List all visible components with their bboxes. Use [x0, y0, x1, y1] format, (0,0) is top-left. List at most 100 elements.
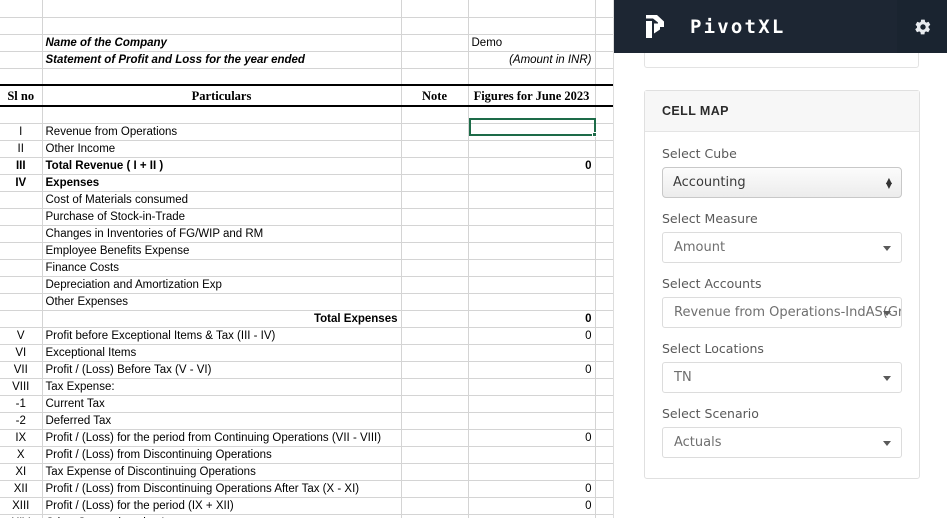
cell[interactable]: [0, 51, 43, 69]
row-figures[interactable]: [468, 191, 596, 209]
row-note[interactable]: [401, 480, 469, 498]
select-cube-dropdown[interactable]: Accounting ▲ ▼: [662, 167, 902, 198]
row-particulars[interactable]: Deferred Tax: [42, 412, 402, 430]
row-extra[interactable]: [595, 293, 613, 311]
cell[interactable]: [401, 68, 469, 86]
row-figures[interactable]: 0: [468, 157, 596, 175]
row-extra[interactable]: [595, 225, 613, 243]
row-particulars[interactable]: Changes in Inventories of FG/WIP and RM: [42, 225, 402, 243]
row-sl-no[interactable]: [0, 225, 43, 243]
row-extra[interactable]: [595, 140, 613, 158]
select-measure-dropdown[interactable]: Amount: [662, 232, 902, 263]
row-note[interactable]: [401, 497, 469, 515]
row-particulars[interactable]: Profit / (Loss) Before Tax (V - VI): [42, 361, 402, 379]
row-particulars[interactable]: Exceptional Items: [42, 344, 402, 362]
col-header-sl[interactable]: Sl no: [0, 84, 43, 107]
row-sl-no[interactable]: IV: [0, 174, 43, 192]
row-note[interactable]: [401, 310, 469, 328]
row-extra[interactable]: [595, 361, 613, 379]
select-locations-dropdown[interactable]: TN: [662, 362, 902, 393]
row-sl-no[interactable]: [0, 293, 43, 311]
row-particulars[interactable]: Other Income: [42, 140, 402, 158]
col-header-particulars[interactable]: Particulars: [42, 84, 402, 107]
row-particulars[interactable]: Current Tax: [42, 395, 402, 413]
row-sl-no[interactable]: -1: [0, 395, 43, 413]
row-extra[interactable]: [595, 497, 613, 515]
row-note[interactable]: [401, 293, 469, 311]
row-particulars[interactable]: Total Revenue ( I + II ): [42, 157, 402, 175]
meta-label[interactable]: Name of the Company: [42, 34, 402, 52]
row-sl-no[interactable]: X: [0, 446, 43, 464]
row-particulars[interactable]: Total Expenses: [42, 310, 402, 328]
row-extra[interactable]: [595, 344, 613, 362]
row-particulars[interactable]: Profit / (Loss) from Discontinuing Opera…: [42, 480, 402, 498]
cell[interactable]: [42, 17, 402, 35]
row-sl-no[interactable]: I: [0, 123, 43, 141]
cell[interactable]: [595, 34, 613, 52]
row-sl-no[interactable]: XIV: [0, 514, 43, 518]
row-particulars[interactable]: Cost of Materials consumed: [42, 191, 402, 209]
row-note[interactable]: [401, 140, 469, 158]
row-figures[interactable]: [468, 344, 596, 362]
cell[interactable]: [468, 17, 596, 35]
row-extra[interactable]: [595, 174, 613, 192]
row-figures[interactable]: 0: [468, 310, 596, 328]
cell[interactable]: [0, 0, 43, 18]
row-extra[interactable]: [595, 327, 613, 345]
row-sl-no[interactable]: V: [0, 327, 43, 345]
cell[interactable]: [0, 68, 43, 86]
row-figures[interactable]: [468, 395, 596, 413]
row-extra[interactable]: [595, 259, 613, 277]
row-figures[interactable]: [468, 378, 596, 396]
row-particulars[interactable]: Expenses: [42, 174, 402, 192]
row-sl-no[interactable]: II: [0, 140, 43, 158]
row-figures[interactable]: 0: [468, 327, 596, 345]
row-extra[interactable]: [595, 208, 613, 226]
row-note[interactable]: [401, 463, 469, 481]
row-note[interactable]: [401, 225, 469, 243]
row-note[interactable]: [401, 242, 469, 260]
row-note[interactable]: [401, 514, 469, 518]
row-figures[interactable]: [468, 208, 596, 226]
cell[interactable]: [595, 106, 613, 124]
row-note[interactable]: [401, 174, 469, 192]
row-figures[interactable]: 0: [468, 497, 596, 515]
row-sl-no[interactable]: [0, 310, 43, 328]
panel-scroll-area[interactable]: CELL MAP Select Cube Accounting ▲ ▼ Select M…: [614, 0, 947, 518]
row-figures[interactable]: [468, 412, 596, 430]
cell[interactable]: [401, 106, 469, 124]
row-extra[interactable]: [595, 123, 613, 141]
row-sl-no[interactable]: III: [0, 157, 43, 175]
row-sl-no[interactable]: IX: [0, 429, 43, 447]
row-note[interactable]: [401, 395, 469, 413]
row-note[interactable]: [401, 446, 469, 464]
row-extra[interactable]: [595, 395, 613, 413]
row-sl-no[interactable]: [0, 208, 43, 226]
row-particulars[interactable]: Profit / (Loss) for the period (IX + XII…: [42, 497, 402, 515]
row-particulars[interactable]: Other Expenses: [42, 293, 402, 311]
row-note[interactable]: [401, 344, 469, 362]
select-accounts-dropdown[interactable]: Revenue from Operations-IndAS(Grc: [662, 297, 902, 328]
row-particulars[interactable]: Finance Costs: [42, 259, 402, 277]
cell[interactable]: [595, 0, 613, 18]
cell[interactable]: [42, 0, 402, 18]
row-figures[interactable]: 0: [468, 429, 596, 447]
row-figures[interactable]: 0: [468, 361, 596, 379]
row-extra[interactable]: [595, 310, 613, 328]
cell[interactable]: [468, 68, 596, 86]
row-figures[interactable]: [468, 259, 596, 277]
row-particulars[interactable]: Profit / (Loss) for the period from Cont…: [42, 429, 402, 447]
meta-value[interactable]: Demo: [468, 34, 596, 52]
row-sl-no[interactable]: [0, 259, 43, 277]
row-sl-no[interactable]: [0, 276, 43, 294]
row-figures[interactable]: [468, 242, 596, 260]
row-sl-no[interactable]: VIII: [0, 378, 43, 396]
row-figures[interactable]: [468, 123, 596, 141]
cell[interactable]: [595, 68, 613, 86]
row-extra[interactable]: [595, 514, 613, 518]
col-header-note[interactable]: Note: [401, 84, 469, 107]
cell[interactable]: [468, 0, 596, 18]
row-particulars[interactable]: Other Comprehensive Income: [42, 514, 402, 518]
row-extra[interactable]: [595, 157, 613, 175]
cell[interactable]: [468, 106, 596, 124]
